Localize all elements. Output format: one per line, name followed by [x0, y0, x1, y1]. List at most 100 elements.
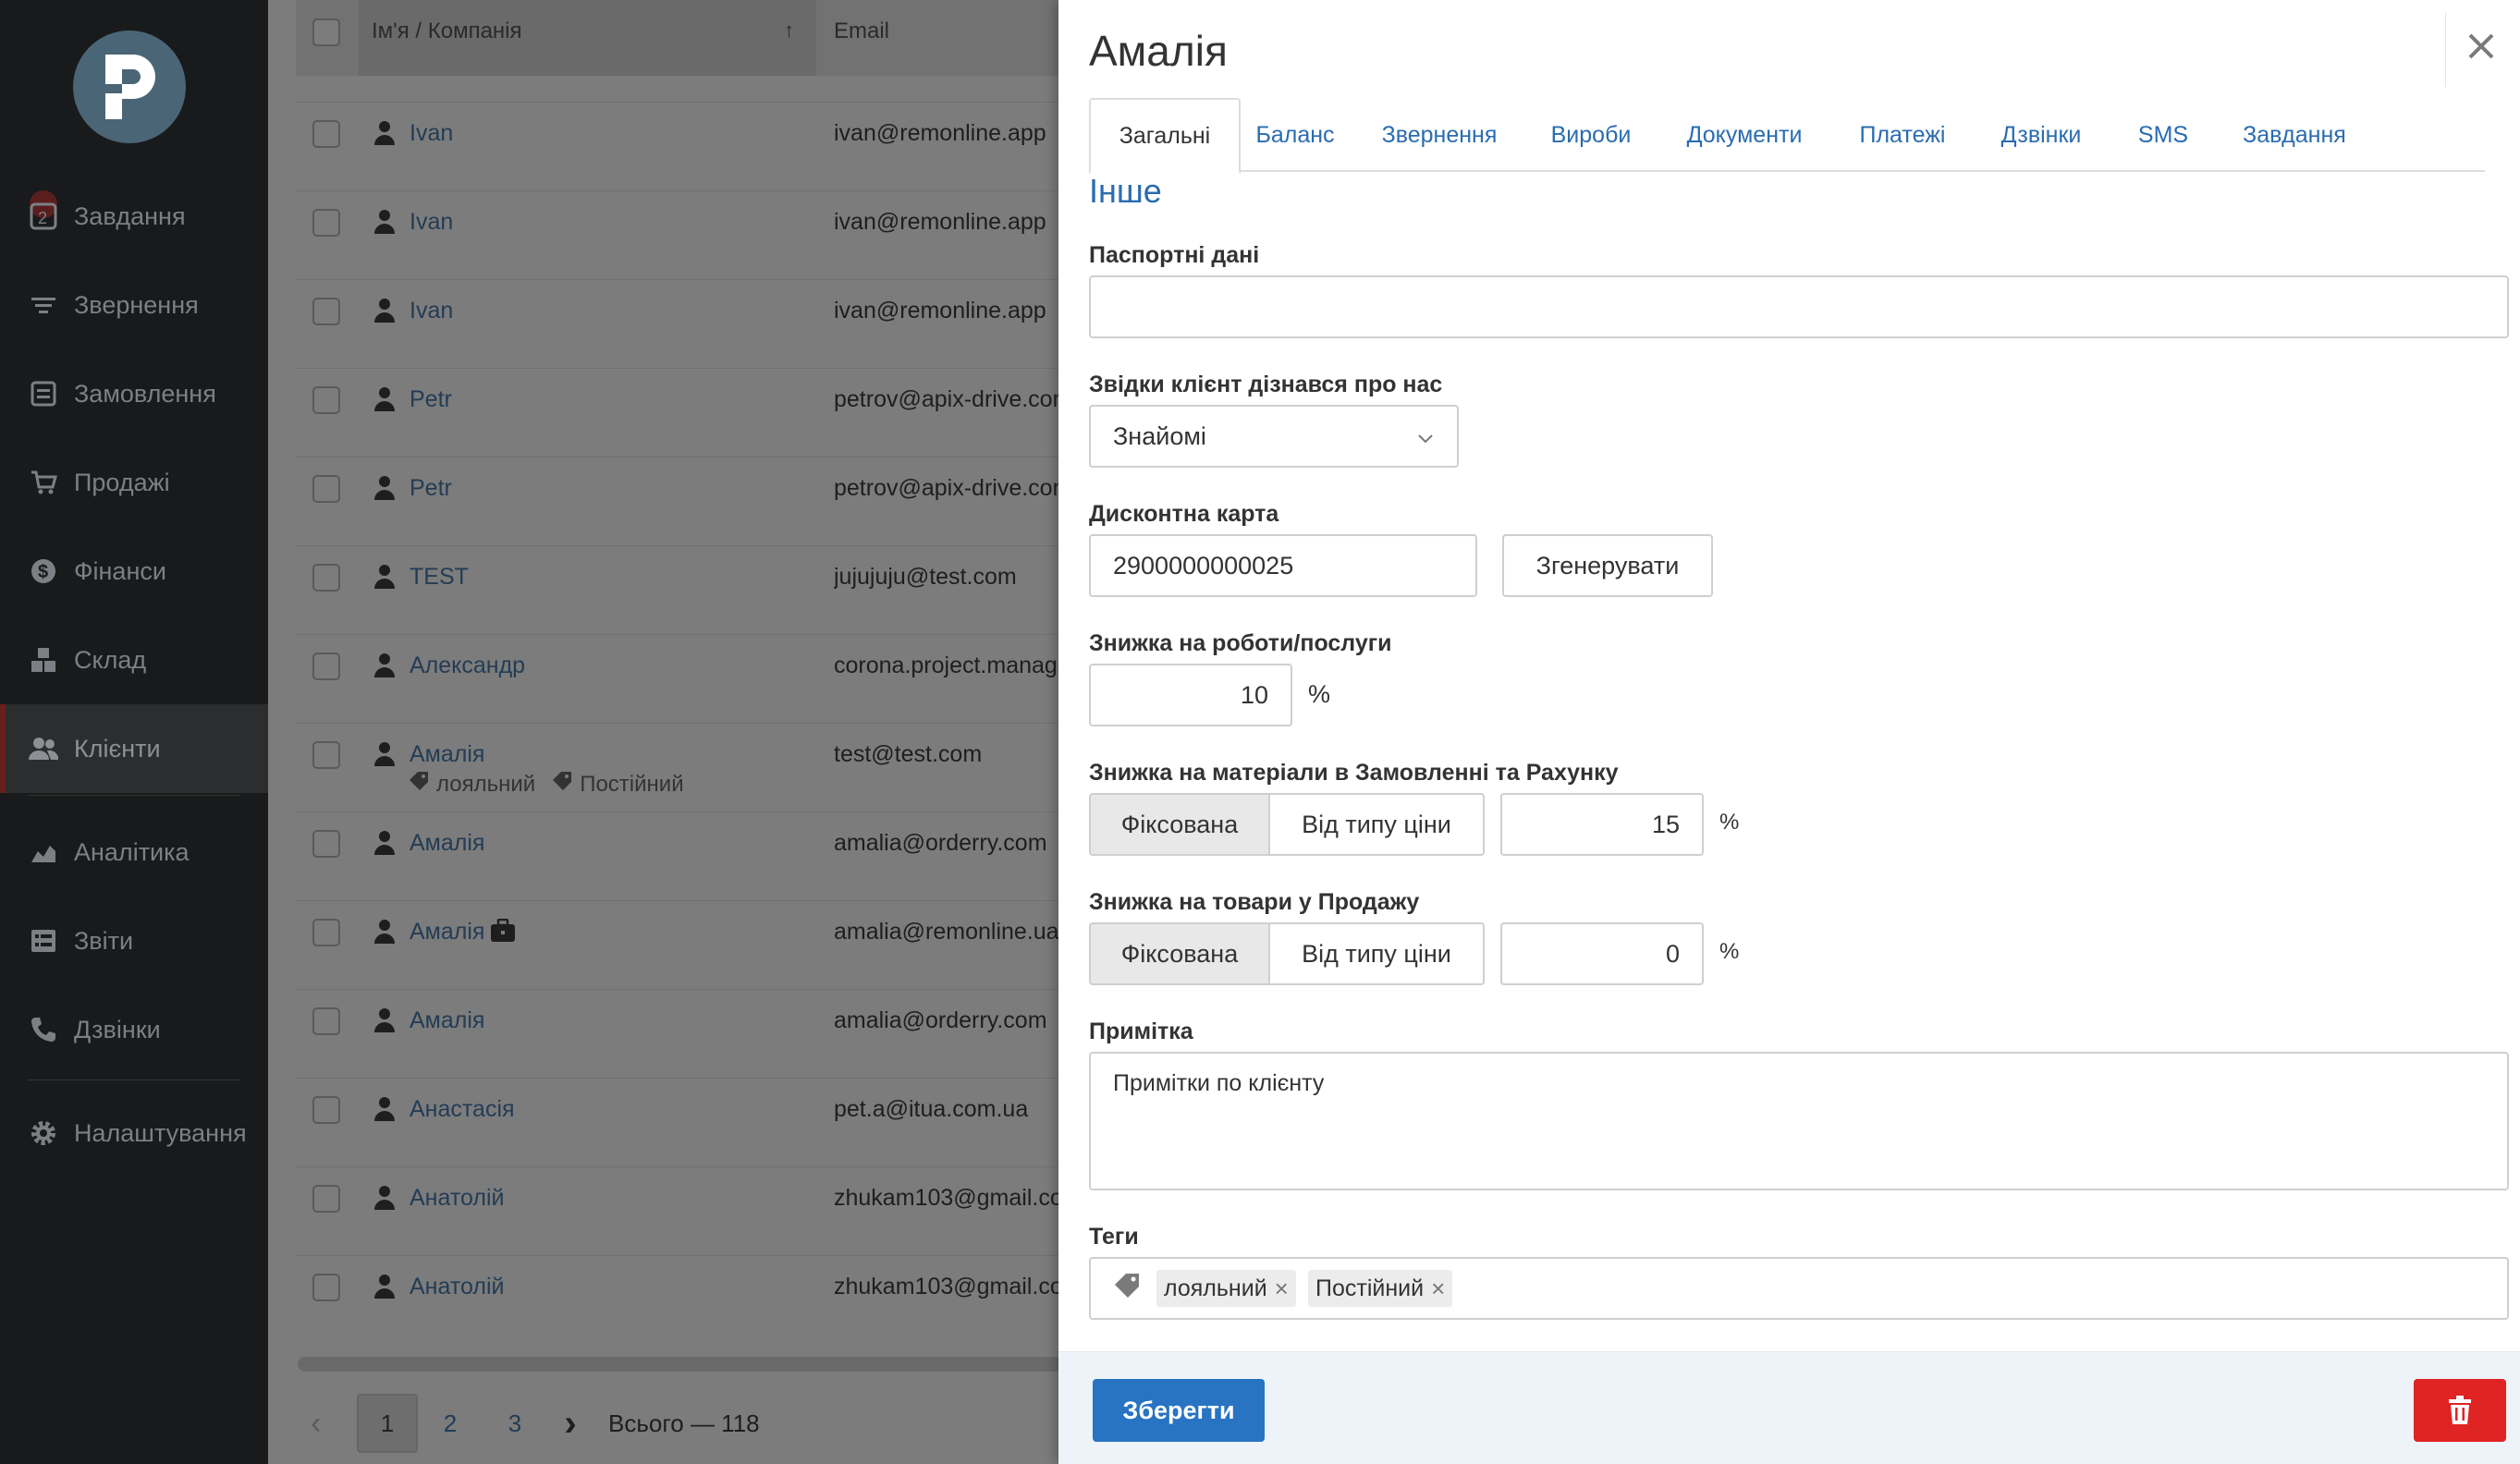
materials-by-price-button[interactable]: Від типу ціни [1268, 793, 1485, 856]
select-all-checkbox[interactable] [312, 18, 340, 46]
client-name-link[interactable]: Амалія [410, 830, 484, 857]
tab-general[interactable]: Загальні [1089, 98, 1241, 174]
client-name-link[interactable]: Petr [410, 386, 452, 413]
row-checkbox[interactable] [312, 1096, 340, 1124]
tags-label: Теги [1089, 1224, 1139, 1250]
sidebar-item-label: Аналітика [74, 837, 190, 866]
sidebar-item-finance[interactable]: $ Фінанси [0, 527, 268, 616]
sort-arrow-icon[interactable]: ↑ [784, 18, 794, 43]
row-checkbox[interactable] [312, 120, 340, 148]
tag-chip: лояльний × [1156, 1270, 1296, 1307]
row-divider [296, 190, 1063, 191]
sidebar-item-orders[interactable]: Замовлення [0, 349, 268, 438]
close-icon[interactable] [2463, 28, 2500, 65]
app-logo[interactable] [73, 30, 186, 143]
goods-discount-input[interactable]: 0 [1500, 922, 1704, 985]
tab-sms[interactable]: SMS [2117, 98, 2209, 172]
sidebar-item-label: Продажі [74, 468, 170, 496]
client-name-link[interactable]: Анатолій [410, 1185, 504, 1212]
client-email: petrov@apix-drive.com [834, 386, 1058, 412]
row-divider [296, 279, 1063, 280]
tag-label: Постійний [580, 771, 684, 797]
horizontal-scrollbar[interactable] [298, 1357, 1063, 1372]
row-checkbox[interactable] [312, 741, 340, 769]
user-icon [373, 653, 396, 678]
svg-text:$: $ [38, 562, 48, 582]
delete-button[interactable] [2414, 1379, 2506, 1442]
row-checkbox[interactable] [312, 1185, 340, 1213]
row-checkbox[interactable] [312, 1274, 340, 1301]
client-email: zhukam103@gmail.com [834, 1274, 1058, 1299]
remove-tag-icon[interactable]: × [1431, 1275, 1445, 1303]
sidebar-item-analytics[interactable]: Аналітика [0, 808, 268, 897]
tab-requests[interactable]: Звернення [1353, 98, 1525, 172]
sidebar-item-clients[interactable]: Клієнти [0, 704, 268, 793]
client-email: amalia@orderry.com [834, 1007, 1047, 1033]
sidebar-item-warehouse[interactable]: Склад [0, 616, 268, 704]
client-name-link[interactable]: Petr [410, 475, 452, 502]
note-textarea[interactable]: Примітки по клієнту [1089, 1052, 2509, 1190]
percent-sign: % [1308, 680, 1331, 708]
row-checkbox[interactable] [312, 209, 340, 237]
tab-documents[interactable]: Документи [1658, 98, 1830, 172]
tags-input[interactable] [1089, 1257, 2509, 1320]
client-name-link[interactable]: Ivan [410, 209, 453, 236]
row-divider [296, 457, 1063, 458]
row-checkbox[interactable] [312, 475, 340, 503]
page-1-button[interactable]: 1 [357, 1394, 418, 1453]
row-checkbox[interactable] [312, 298, 340, 325]
tab-devices[interactable]: Вироби [1531, 98, 1651, 172]
gear-icon [28, 1117, 59, 1149]
client-name-link[interactable]: Ivan [410, 120, 453, 147]
client-name-link[interactable]: Анастасія [410, 1096, 515, 1123]
goods-discount-label: Знижка на товари у Продажу [1089, 889, 1420, 915]
tag-icon [552, 771, 572, 798]
passport-input[interactable] [1089, 275, 2509, 338]
materials-discount-input[interactable]: 15 [1500, 793, 1704, 856]
save-button[interactable]: Зберегти [1093, 1379, 1265, 1442]
next-page-icon[interactable]: › [547, 1403, 593, 1445]
page-3-button[interactable]: 3 [483, 1409, 547, 1438]
tab-balance[interactable]: Баланс [1244, 98, 1346, 172]
source-select[interactable]: Знайомі [1089, 405, 1459, 468]
client-name-link[interactable]: Амалія [410, 919, 484, 946]
client-email: ivan@remonline.app [834, 298, 1046, 323]
client-email: amalia@remonline.ua [834, 919, 1058, 945]
row-checkbox[interactable] [312, 919, 340, 946]
sidebar-item-tasks[interactable]: 2 Завдання [0, 172, 268, 261]
discount-card-input[interactable]: 2900000000025 [1089, 534, 1477, 597]
sidebar-item-reports[interactable]: Звіти [0, 897, 268, 985]
row-checkbox[interactable] [312, 564, 340, 592]
client-name-link[interactable]: Амалія [410, 1007, 484, 1034]
sidebar-item-settings[interactable]: Налаштування [0, 1089, 268, 1177]
tab-calls[interactable]: Дзвінки [1976, 98, 2106, 172]
prev-page-icon[interactable]: ‹ [311, 1406, 348, 1442]
tab-payments[interactable]: Платежі [1838, 98, 1967, 172]
generate-button[interactable]: Згенерувати [1502, 534, 1713, 597]
remove-tag-icon[interactable]: × [1275, 1275, 1289, 1303]
sidebar-item-sales[interactable]: Продажі [0, 438, 268, 527]
page-2-button[interactable]: 2 [418, 1409, 483, 1438]
user-icon [373, 209, 396, 235]
tab-tasks[interactable]: Завдання [2217, 98, 2372, 172]
row-checkbox[interactable] [312, 1007, 340, 1035]
materials-fixed-button[interactable]: Фіксована [1089, 793, 1270, 856]
row-checkbox[interactable] [312, 653, 340, 680]
row-divider [296, 900, 1063, 901]
sidebar-divider [28, 795, 240, 796]
tag-chip: Постійний × [1308, 1270, 1453, 1307]
sidebar-item-requests[interactable]: Звернення [0, 261, 268, 349]
client-name-link[interactable]: Александр [410, 653, 525, 679]
client-name-link[interactable]: Ivan [410, 298, 453, 324]
client-email: pet.a@itua.com.ua [834, 1096, 1029, 1122]
services-discount-input[interactable]: 10 [1089, 664, 1292, 726]
client-name-link[interactable]: Анатолій [410, 1274, 504, 1300]
goods-by-price-button[interactable]: Від типу ціни [1268, 922, 1485, 985]
client-name-link[interactable]: TEST [410, 564, 469, 591]
sidebar-item-calls[interactable]: Дзвінки [0, 985, 268, 1074]
orders-icon [28, 378, 59, 409]
row-checkbox[interactable] [312, 830, 340, 858]
goods-fixed-button[interactable]: Фіксована [1089, 922, 1270, 985]
row-checkbox[interactable] [312, 386, 340, 414]
client-name-link[interactable]: Амалія [410, 741, 484, 768]
